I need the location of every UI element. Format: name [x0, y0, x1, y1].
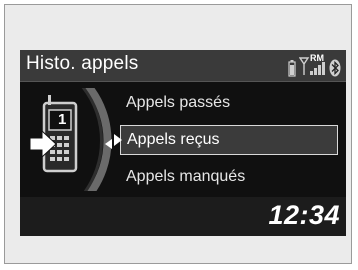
- menu-item-label: Appels manqués: [126, 168, 246, 185]
- menu-item-label: Appels reçus: [127, 131, 220, 148]
- menu-item-calls-missed[interactable]: Appels manqués: [120, 162, 338, 192]
- screen-footer: 12:34: [20, 197, 346, 236]
- page-title: Histo. appels: [26, 53, 139, 74]
- status-icons: RM: [287, 53, 341, 77]
- signal-strength-icon: RM: [299, 53, 327, 77]
- menu-item-calls-made[interactable]: Appels passés: [120, 88, 338, 118]
- bluetooth-icon: [329, 59, 341, 77]
- roaming-indicator: RM: [310, 53, 324, 63]
- screen-header: Histo. appels RM: [20, 50, 346, 82]
- menu-item-label: Appels passés: [126, 94, 231, 111]
- phone-battery-icon: [288, 60, 296, 77]
- menu-item-calls-received[interactable]: Appels reçus: [114, 125, 338, 155]
- phone-screen-digit: 1: [58, 111, 67, 128]
- mobile-phone-icon: [29, 88, 112, 191]
- call-history-screen: Histo. appels RM 1 Appels passés Appels …: [20, 50, 346, 236]
- display-frame: Histo. appels RM 1 Appels passés Appels …: [4, 4, 352, 264]
- clock: 12:34: [268, 200, 340, 230]
- selection-arrow-icon: [114, 134, 122, 146]
- call-history-menu: 1 Appels passés Appels reçus Appels manq…: [20, 82, 346, 197]
